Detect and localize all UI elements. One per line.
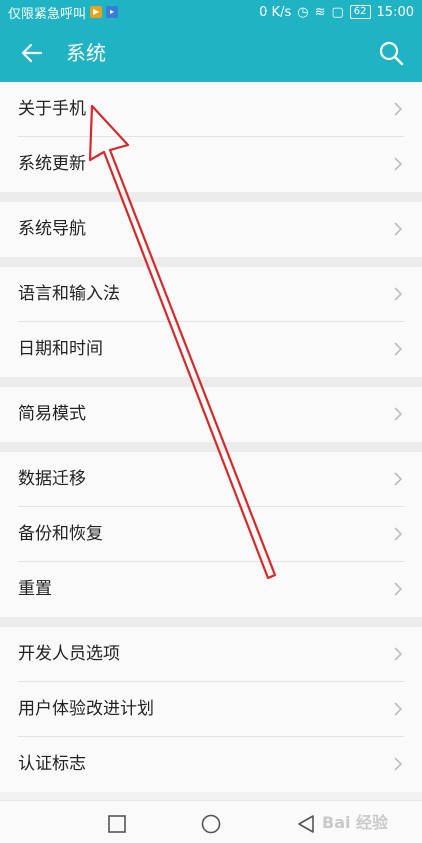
settings-item[interactable]: 日期和时间 [0, 322, 422, 377]
group-divider [0, 617, 422, 627]
settings-item[interactable]: 认证标志 [0, 737, 422, 792]
settings-item[interactable]: 备份和恢复 [0, 507, 422, 562]
notification-app-icon-2: ▸ [106, 6, 119, 18]
chevron-right-icon [394, 157, 402, 171]
settings-group: 系统导航 [0, 202, 422, 257]
settings-item[interactable]: 数据迁移 [0, 452, 422, 507]
settings-item-label: 备份和恢复 [18, 524, 103, 544]
settings-item-label: 用户体验改进计划 [18, 699, 154, 719]
settings-item-label: 日期和时间 [18, 339, 103, 359]
settings-item[interactable]: 语言和输入法 [0, 267, 422, 322]
emergency-calls-only-text: 仅限紧急呼叫 [8, 6, 87, 22]
settings-item-label: 系统更新 [18, 154, 86, 174]
back-arrow-icon[interactable] [20, 41, 44, 65]
group-divider [0, 377, 422, 387]
settings-item-label: 开发人员选项 [18, 644, 120, 664]
settings-group: 开发人员选项用户体验改进计划 认证标志 [0, 627, 422, 792]
clock: 15:00 [376, 4, 414, 20]
settings-item[interactable]: 系统更新 [0, 137, 422, 192]
home-circle-icon[interactable] [201, 814, 221, 834]
page-title: 系统 [66, 41, 106, 65]
settings-item[interactable]: 开发人员选项 [0, 627, 422, 682]
chevron-right-icon [394, 472, 402, 486]
settings-item-label: 系统导航 [18, 219, 86, 239]
settings-item[interactable]: 用户体验改进计划 [0, 682, 422, 737]
group-divider [0, 257, 422, 267]
wifi-icon: ≋ [314, 4, 326, 20]
settings-item-label: 重置 [18, 579, 52, 599]
settings-list: 关于手机系统更新系统导航语言和输入法 日期和时间简易模式数据迁移备份和恢复重置开发… [0, 82, 422, 792]
settings-item-label: 关于手机 [18, 99, 86, 119]
settings-item-label: 认证标志 [18, 754, 86, 774]
settings-group: 数据迁移备份和恢复重置 [0, 452, 422, 617]
chevron-right-icon [394, 582, 402, 596]
chevron-right-icon [394, 702, 402, 716]
settings-item[interactable]: 关于手机 [0, 82, 422, 137]
group-divider [0, 442, 422, 452]
chevron-right-icon [394, 407, 402, 421]
settings-item-label: 语言和输入法 [18, 284, 120, 304]
recents-square-icon[interactable] [108, 815, 126, 833]
settings-item[interactable]: 简易模式 [0, 387, 422, 442]
chevron-right-icon [394, 647, 402, 661]
chevron-right-icon [394, 527, 402, 541]
notification-app-icon: ▶ [90, 6, 103, 18]
watermark-logo: Bai 经验 [322, 813, 389, 832]
alarm-icon: ◷ [297, 4, 309, 20]
app-bar: 系统 [0, 24, 422, 82]
battery-indicator: 62 [349, 5, 371, 19]
search-icon[interactable] [378, 40, 404, 66]
settings-item[interactable]: 重置 [0, 562, 422, 617]
settings-item-label: 简易模式 [18, 404, 86, 424]
navigation-bar: Bai 经验 [0, 800, 422, 843]
chevron-right-icon [394, 287, 402, 301]
settings-group: 语言和输入法 日期和时间 [0, 267, 422, 377]
chevron-right-icon [394, 102, 402, 116]
network-speed: 0 K/s [259, 4, 292, 20]
settings-group: 简易模式 [0, 387, 422, 442]
chevron-right-icon [394, 757, 402, 771]
settings-item-label: 数据迁移 [18, 469, 86, 489]
no-sim-icon: ▢ [331, 4, 344, 20]
status-bar: 仅限紧急呼叫 ▶ ▸ 0 K/s ◷ ≋ ▢ 62 15:00 [0, 0, 422, 24]
chevron-right-icon [394, 342, 402, 356]
settings-group: 关于手机 系统更新 [0, 82, 422, 192]
settings-item[interactable]: 系统导航 [0, 202, 422, 257]
back-triangle-icon[interactable] [297, 814, 315, 834]
chevron-right-icon [394, 222, 402, 236]
group-divider [0, 192, 422, 202]
